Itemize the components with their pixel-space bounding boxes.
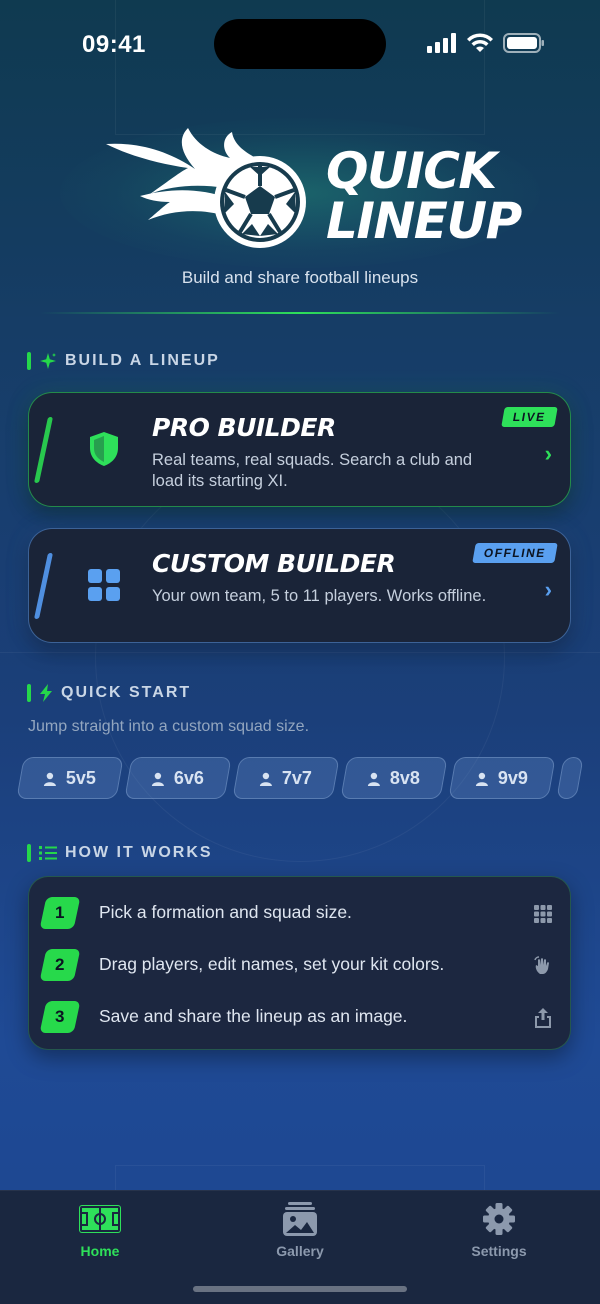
step-text: Pick a formation and squad size. (99, 902, 352, 922)
quick-start-hint: Jump straight into a custom squad size. (28, 718, 310, 735)
person-icon (476, 771, 489, 785)
flaming-football-icon (106, 128, 306, 248)
card-accent-stripe (33, 417, 54, 483)
section-title: HOW IT WORKS (65, 844, 213, 861)
card-description: Your own team, 5 to 11 players. Works of… (152, 587, 487, 605)
pro-builder-card[interactable]: PRO BUILDER Real teams, real squads. Sea… (28, 392, 571, 507)
live-badge: LIVE (501, 407, 558, 427)
battery-icon (503, 33, 544, 53)
cellular-signal-icon (427, 33, 456, 53)
section-header-quick-start: QUICK START (27, 684, 191, 702)
pitch-marking (95, 452, 505, 862)
gallery-icon (230, 1201, 370, 1237)
chip-label: 5v5 (66, 767, 97, 788)
logo-line-quick: QUICK (326, 142, 497, 200)
status-bar: 09:41 (0, 0, 600, 90)
card-accent-stripe (33, 553, 54, 619)
step-number-badge: 2 (39, 949, 81, 981)
chip-label: 6v6 (174, 767, 205, 788)
gear-icon (429, 1201, 569, 1237)
step-number: 2 (55, 955, 65, 974)
custom-builder-card[interactable]: CUSTOM BUILDER Your own team, 5 to 11 pl… (28, 528, 571, 643)
squad-size-chip-8v8[interactable]: 8v8 (340, 757, 448, 799)
step-number-badge: 1 (39, 897, 81, 929)
tab-label: Home (80, 1243, 120, 1259)
person-icon (260, 771, 273, 785)
step-text: Drag players, edit names, set your kit c… (99, 954, 445, 974)
step-text: Save and share the lineup as an image. (99, 1006, 408, 1026)
drag-hand-icon (532, 955, 554, 977)
step-number-badge: 3 (39, 1001, 81, 1033)
tab-label: Settings (471, 1243, 527, 1259)
offline-badge: OFFLINE (472, 543, 558, 563)
tagline: Build and share football lineups (181, 268, 419, 287)
section-header-how-it-works: HOW IT WORKS (27, 844, 213, 862)
squad-size-chip-7v7[interactable]: 7v7 (232, 757, 340, 799)
chip-label: 8v8 (390, 767, 421, 788)
section-accent-bar (27, 844, 31, 862)
card-title: PRO BUILDER (152, 413, 336, 442)
sparkle-icon (40, 353, 56, 369)
step-row: 2 Drag players, edit names, set your kit… (29, 945, 572, 985)
chevron-right-icon: › (544, 577, 552, 602)
section-accent-bar (27, 352, 31, 370)
person-icon (152, 771, 165, 785)
card-description: Real teams, real squads. Search a club a… (152, 451, 473, 490)
step-number: 3 (55, 1007, 65, 1026)
grid-icon (532, 903, 554, 925)
hero: QUICK LINEUP Build and share football li… (0, 118, 600, 318)
shield-icon (81, 423, 127, 475)
step-number: 1 (55, 903, 65, 922)
dynamic-island (214, 19, 386, 69)
tab-settings[interactable]: Settings (429, 1201, 569, 1259)
status-time: 09:41 (82, 31, 146, 58)
chip-label: 9v9 (498, 767, 529, 788)
squad-size-chip-9v9[interactable]: 9v9 (448, 757, 556, 799)
how-it-works-card: 1 Pick a formation and squad size. 2 Dra… (28, 876, 571, 1050)
person-icon (368, 771, 381, 785)
squad-size-chips: 5v5 6v6 7v7 8v8 9v9 (16, 757, 584, 799)
section-header-build: BUILD A LINEUP (27, 352, 220, 370)
section-accent-bar (27, 684, 31, 702)
step-row: 1 Pick a formation and squad size. (29, 893, 572, 933)
lightning-icon (40, 684, 52, 702)
tab-home[interactable]: Home (30, 1201, 170, 1259)
tab-label: Gallery (276, 1243, 324, 1259)
pitch-icon (30, 1201, 170, 1237)
tab-gallery[interactable]: Gallery (230, 1201, 370, 1259)
grid-icon (81, 559, 127, 611)
app-logo-text: QUICK LINEUP (326, 142, 522, 250)
share-icon (532, 1007, 554, 1029)
logo-line-lineup: LINEUP (326, 192, 522, 250)
home-indicator (193, 1286, 407, 1292)
list-icon (39, 846, 57, 860)
chevron-right-icon: › (544, 441, 552, 466)
squad-size-chip-partial[interactable] (556, 757, 584, 799)
status-icons (427, 33, 545, 53)
squad-size-chip-6v6[interactable]: 6v6 (124, 757, 232, 799)
section-title: QUICK START (61, 684, 192, 701)
card-title: CUSTOM BUILDER (152, 549, 396, 578)
step-row: 3 Save and share the lineup as an image. (29, 997, 572, 1037)
hero-divider (40, 312, 560, 314)
section-title: BUILD A LINEUP (65, 352, 220, 369)
wifi-icon (467, 33, 493, 52)
squad-size-chip-5v5[interactable]: 5v5 (16, 757, 124, 799)
person-icon (44, 771, 57, 785)
chip-label: 7v7 (282, 767, 313, 788)
